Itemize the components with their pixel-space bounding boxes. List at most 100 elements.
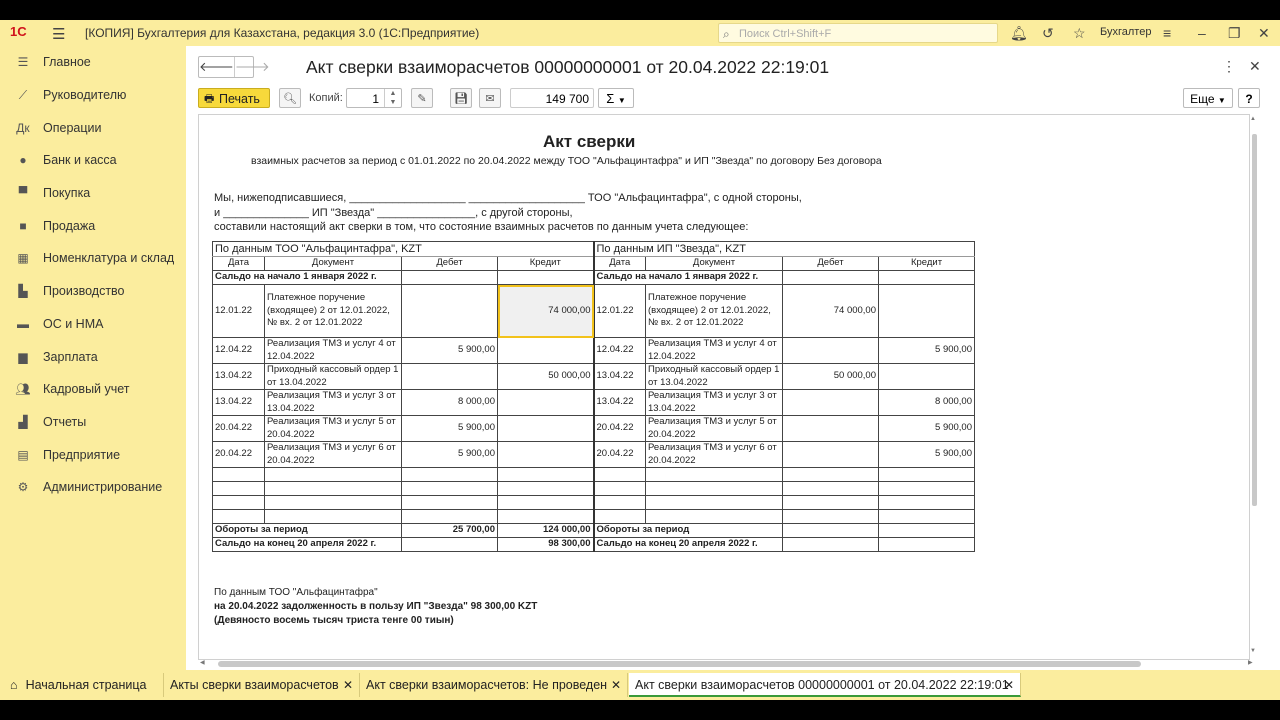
table-cell[interactable] xyxy=(401,363,498,390)
report-sheet[interactable]: Акт сверки взаимных расчетов за период с… xyxy=(198,114,1250,660)
table-cell[interactable]: 13.04.22 xyxy=(212,363,265,390)
turnover-credit[interactable]: 124 000,00 xyxy=(497,523,594,538)
table-cell[interactable]: Реализация ТМЗ и услуг 6 от 20.04.2022 xyxy=(264,441,402,468)
scroll-right-icon[interactable]: ▶ xyxy=(1248,659,1253,666)
table-cell[interactable]: Приходный кассовый ордер 1 от 13.04.2022 xyxy=(645,363,783,390)
close-tab-icon[interactable]: ✕ xyxy=(1004,673,1014,697)
table-cell[interactable]: 20.04.22 xyxy=(212,441,265,468)
table-cell[interactable] xyxy=(878,363,975,390)
sidebar-item-reports[interactable]: ▟ Отчеты xyxy=(0,406,185,439)
main-menu-icon[interactable]: ☰ xyxy=(52,25,65,43)
table-cell[interactable]: 13.04.22 xyxy=(592,389,646,416)
search-input[interactable]: ⌕ Поиск Ctrl+Shift+F xyxy=(718,23,998,43)
table-cell[interactable]: 5 900,00 xyxy=(401,415,498,442)
save-button[interactable]: 💾︎ xyxy=(450,88,472,108)
table-cell[interactable] xyxy=(782,270,879,285)
sidebar-item-hr[interactable]: 👥︎ Кадровый учет xyxy=(0,373,185,406)
sidebar-item-bank[interactable]: ● Банк и касса xyxy=(0,144,185,177)
turnover-debit[interactable]: 25 700,00 xyxy=(401,523,498,538)
table-cell[interactable]: 13.04.22 xyxy=(212,389,265,416)
table-cell[interactable]: 8 000,00 xyxy=(878,389,975,416)
restore-icon[interactable]: ❐ xyxy=(1228,25,1241,42)
more-button[interactable]: Еще ▼ xyxy=(1183,88,1233,108)
table-cell[interactable] xyxy=(878,537,975,552)
table-cell[interactable]: Реализация ТМЗ и услуг 3 от 13.04.2022 xyxy=(264,389,402,416)
table-cell[interactable]: Реализация ТМЗ и услуг 3 от 13.04.2022 xyxy=(645,389,783,416)
bell-icon[interactable]: 🔔︎ xyxy=(1010,25,1028,42)
table-cell[interactable]: 12.01.22 xyxy=(212,284,265,338)
scroll-thumb[interactable] xyxy=(218,661,1141,667)
table-cell[interactable] xyxy=(782,523,879,538)
table-cell[interactable] xyxy=(878,284,975,338)
user-name[interactable]: Бухгалтер xyxy=(1100,26,1151,38)
tab-reconciliation-draft[interactable]: Акт сверки взаиморасчетов: Не проведен ✕ xyxy=(360,673,628,697)
table-cell[interactable] xyxy=(782,337,879,364)
history-icon[interactable]: ↺ xyxy=(1042,25,1054,42)
table-cell[interactable]: 12.01.22 xyxy=(592,284,646,338)
table-cell[interactable]: 8 000,00 xyxy=(401,389,498,416)
scroll-down-icon[interactable]: ▼ xyxy=(1250,648,1256,654)
email-button[interactable]: ✉ xyxy=(479,88,501,108)
preview-button[interactable]: 🔍︎ xyxy=(279,88,301,108)
table-cell[interactable]: 20.04.22 xyxy=(212,415,265,442)
table-cell[interactable] xyxy=(497,270,594,285)
scroll-left-icon[interactable]: ◀ xyxy=(200,659,205,666)
forward-arrow-icon[interactable]: 🡒 xyxy=(233,57,270,77)
back-arrow-icon[interactable]: 🡐 xyxy=(199,57,234,77)
table-cell[interactable]: Реализация ТМЗ и услуг 4 от 12.04.2022 xyxy=(645,337,783,364)
table-cell[interactable]: 5 900,00 xyxy=(401,337,498,364)
sidebar-item-salary[interactable]: ▆ Зарплата xyxy=(0,340,185,373)
copies-spinner[interactable]: ▲ ▼ xyxy=(384,89,401,107)
close-tab-icon[interactable]: ✕ xyxy=(343,673,353,697)
table-cell[interactable]: 13.04.22 xyxy=(592,363,646,390)
table-cell[interactable]: Реализация ТМЗ и услуг 5 от 20.04.2022 xyxy=(264,415,402,442)
table-cell[interactable] xyxy=(497,415,594,442)
sidebar-item-production[interactable]: ▙ Производство xyxy=(0,275,185,308)
sidebar-item-manager[interactable]: ⟋ Руководителю xyxy=(0,79,185,112)
sidebar-item-enterprise[interactable]: ▤ Предприятие xyxy=(0,438,185,471)
tab-reconciliation-document[interactable]: Акт сверки взаиморасчетов 00000000001 от… xyxy=(629,673,1021,697)
table-cell[interactable]: 12.04.22 xyxy=(212,337,265,364)
closing-credit[interactable]: 98 300,00 xyxy=(497,537,594,552)
sum-mode-button[interactable]: Σ ▼ xyxy=(598,88,634,108)
tab-reconciliation-list[interactable]: Акты сверки взаиморасчетов ✕ xyxy=(164,673,360,697)
table-cell[interactable] xyxy=(878,270,975,285)
table-cell[interactable]: 20.04.22 xyxy=(592,415,646,442)
table-cell[interactable]: Платежное поручение (входящее) 2 от 12.0… xyxy=(264,284,402,338)
close-form-icon[interactable]: ✕ xyxy=(1249,58,1261,75)
print-button[interactable]: 🖶 Печать xyxy=(198,88,270,108)
table-cell[interactable]: 20.04.22 xyxy=(592,441,646,468)
table-cell[interactable]: Приходный кассовый ордер 1 от 13.04.2022 xyxy=(264,363,402,390)
table-cell[interactable]: 5 900,00 xyxy=(401,441,498,468)
close-window-icon[interactable]: ✕ xyxy=(1258,25,1270,42)
table-cell[interactable]: 74 000,00 xyxy=(782,284,879,338)
table-cell[interactable] xyxy=(401,284,498,338)
sidebar-item-nomenclature[interactable]: ▦ Номенклатура и склад xyxy=(0,242,185,275)
table-cell[interactable]: 12.04.22 xyxy=(592,337,646,364)
table-cell[interactable] xyxy=(497,441,594,468)
vertical-scrollbar[interactable]: ▲ ▼ xyxy=(1249,114,1260,658)
settings-menu-icon[interactable]: ≡ xyxy=(1163,25,1171,41)
sidebar-item-main[interactable]: ☰ Главное xyxy=(0,46,185,79)
star-icon[interactable]: ☆ xyxy=(1073,25,1086,42)
horizontal-scrollbar[interactable]: ◀ ▶ xyxy=(198,658,1260,670)
table-cell[interactable] xyxy=(497,337,594,364)
table-cell[interactable] xyxy=(878,523,975,538)
table-cell[interactable]: Реализация ТМЗ и услуг 6 от 20.04.2022 xyxy=(645,441,783,468)
tab-home[interactable]: ⌂ Начальная страница xyxy=(0,673,164,697)
sidebar-item-purchase[interactable]: ▀ Покупка xyxy=(0,177,185,210)
table-cell[interactable] xyxy=(782,389,879,416)
copies-input[interactable]: 1 ▲ ▼ xyxy=(346,88,402,108)
table-cell[interactable]: Платежное поручение (входящее) 2 от 12.0… xyxy=(645,284,783,338)
sidebar-item-assets[interactable]: ▬ ОС и НМА xyxy=(0,308,185,341)
table-cell[interactable]: 50 000,00 xyxy=(782,363,879,390)
table-cell[interactable]: 5 900,00 xyxy=(878,337,975,364)
more-actions-icon[interactable]: ⋮ xyxy=(1222,58,1236,75)
table-cell[interactable] xyxy=(782,441,879,468)
table-cell[interactable]: Реализация ТМЗ и услуг 4 от 12.04.2022 xyxy=(264,337,402,364)
table-cell[interactable] xyxy=(497,389,594,416)
sidebar-item-operations[interactable]: Дк Операции xyxy=(0,111,185,144)
sidebar-item-admin[interactable]: ⚙ Администрирование xyxy=(0,471,185,504)
table-cell[interactable] xyxy=(782,415,879,442)
sum-field[interactable]: 149 700 xyxy=(510,88,594,108)
